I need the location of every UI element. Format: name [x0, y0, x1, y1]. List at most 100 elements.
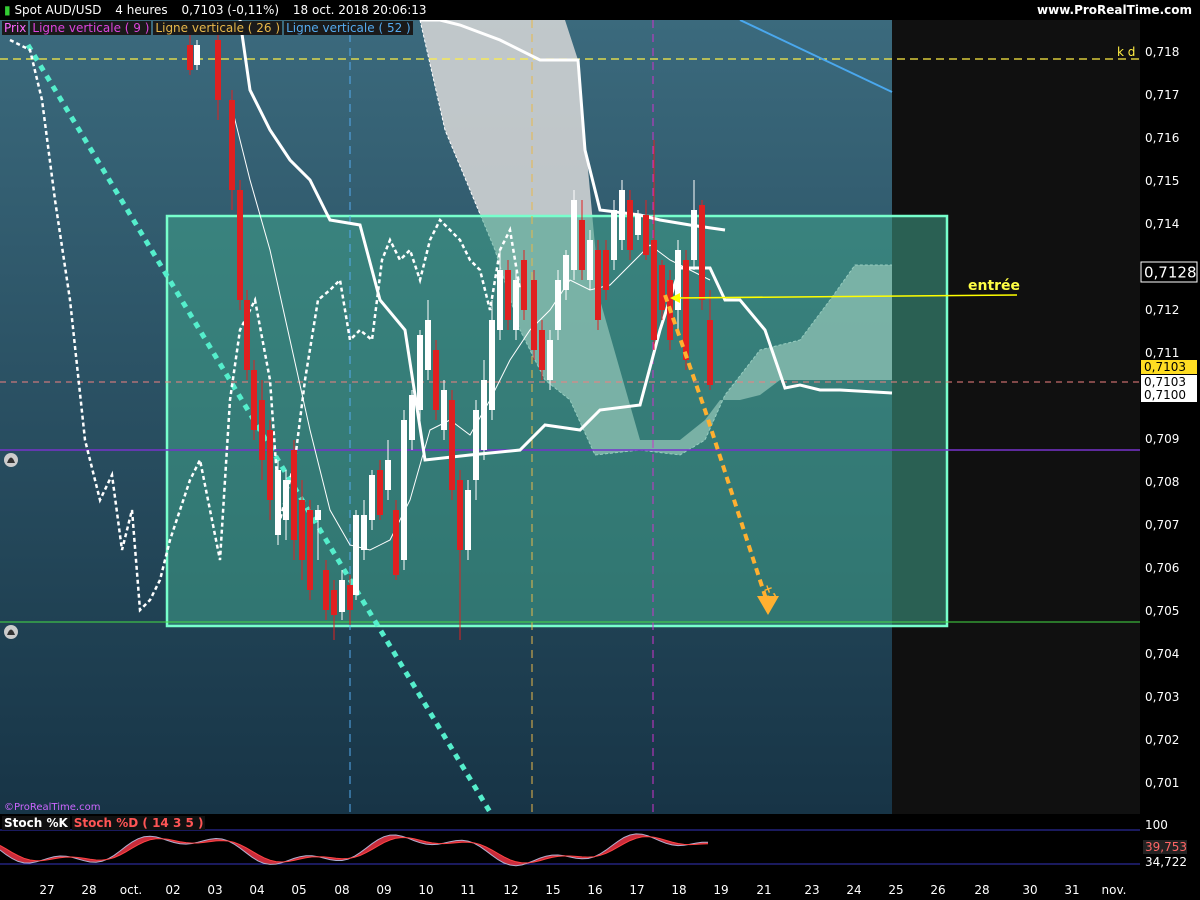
- price-tick: 0,708: [1145, 475, 1179, 489]
- price-tick: 0,701: [1145, 776, 1179, 790]
- timeframe: 4 heures: [115, 3, 168, 17]
- date-tick: 28: [974, 883, 989, 897]
- candle-body: [547, 340, 553, 380]
- candle-body: [433, 350, 439, 410]
- candle-body: [699, 205, 705, 300]
- candle-body: [283, 480, 289, 520]
- candle-body: [513, 280, 519, 330]
- candle-body: [651, 240, 657, 340]
- candle-body: [393, 510, 399, 575]
- candle-body: [555, 280, 561, 330]
- candle-body: [377, 470, 383, 515]
- candle-body: [323, 570, 329, 610]
- candle-body: [267, 430, 273, 500]
- price-badge: 0,7100: [1144, 388, 1186, 402]
- date-tick: 11: [460, 883, 475, 897]
- candle-body: [481, 380, 487, 450]
- price-tick: 0,715: [1145, 174, 1179, 188]
- price-change: 0,7103 (-0,11%): [181, 3, 280, 17]
- candle-body: [194, 45, 200, 65]
- candle-body: [425, 320, 431, 370]
- date-tick: 23: [804, 883, 819, 897]
- stoch-k-legend[interactable]: Stoch %K: [2, 816, 70, 830]
- candle-body: [587, 240, 593, 280]
- candle-body: [449, 400, 455, 490]
- candle-body: [563, 255, 569, 290]
- chart-canvas[interactable]: 0,7180,7170,7160,7150,7140,7130,7120,711…: [0, 0, 1200, 900]
- legend-item-vline-26[interactable]: Ligne verticale ( 26 ): [153, 21, 283, 35]
- legend-item-vline-9[interactable]: Ligne verticale ( 9 ): [30, 21, 152, 35]
- candle-body: [291, 450, 297, 540]
- status-icon: ▮: [4, 3, 11, 17]
- date-tick: 09: [376, 883, 391, 897]
- candle-body: [385, 460, 391, 490]
- site-name: www.ProRealTime.com: [1037, 3, 1192, 17]
- price-tick: 0,717: [1145, 88, 1179, 102]
- date-tick: 04: [249, 883, 264, 897]
- candle-body: [339, 580, 345, 612]
- candle-body: [603, 250, 609, 290]
- alert-bell-icon[interactable]: [4, 453, 18, 467]
- candle-body: [361, 515, 367, 550]
- candle-body: [347, 585, 353, 610]
- stoch-legend: Stoch %K Stoch %D ( 14 3 5 ): [2, 815, 207, 831]
- candle-body: [229, 100, 235, 190]
- price-tick: 0,718: [1145, 45, 1179, 59]
- date-tick: 12: [503, 883, 518, 897]
- candle-body: [244, 300, 250, 370]
- candle-body: [531, 280, 537, 350]
- date-tick: 27: [39, 883, 54, 897]
- legend-item-prix[interactable]: Prix: [2, 21, 29, 35]
- date-tick: 19: [713, 883, 728, 897]
- candle-body: [505, 270, 511, 320]
- legend-item-vline-52[interactable]: Ligne verticale ( 52 ): [284, 21, 413, 35]
- date-tick: 03: [207, 883, 222, 897]
- candle-body: [473, 410, 479, 480]
- date-tick: 30: [1022, 883, 1037, 897]
- candle-body: [353, 515, 359, 595]
- candle-body: [251, 370, 257, 430]
- candle-body: [635, 215, 641, 235]
- date-tick: 31: [1064, 883, 1079, 897]
- date-tick: 21: [756, 883, 771, 897]
- price-tick: 0,716: [1145, 131, 1179, 145]
- candle-body: [579, 220, 585, 270]
- watermark: ©ProRealTime.com: [4, 802, 100, 813]
- candle-body: [299, 500, 305, 560]
- stoch-k-value: 39,753: [1145, 840, 1187, 854]
- candle-body: [497, 270, 503, 330]
- date-tick: 08: [334, 883, 349, 897]
- price-tick: 0,707: [1145, 518, 1179, 532]
- price-tick: 0,705: [1145, 604, 1179, 618]
- candle-body: [619, 190, 625, 240]
- candle-body: [539, 330, 545, 370]
- price-badge: 0,7103: [1144, 375, 1186, 389]
- candle-body: [465, 490, 471, 550]
- price-badge: 0,7103: [1144, 360, 1186, 374]
- alert-bell-icon[interactable]: [4, 625, 18, 639]
- price-badge: 0,7128: [1144, 264, 1197, 282]
- candle-body: [417, 335, 423, 410]
- candle-body: [627, 200, 633, 250]
- candle-body: [691, 210, 697, 260]
- date-tick: 15: [545, 883, 560, 897]
- price-tick: 0,712: [1145, 303, 1179, 317]
- price-tick: 0,714: [1145, 217, 1179, 231]
- stoch-d-legend[interactable]: Stoch %D ( 14 3 5 ): [71, 816, 206, 830]
- candle-body: [659, 265, 665, 310]
- candle-body: [707, 320, 713, 385]
- price-tick: 0,704: [1145, 647, 1179, 661]
- title-bar: ▮ Spot AUD/USD 4 heures 0,7103 (-0,11%) …: [0, 0, 1200, 20]
- stoch-d-value: 34,722: [1145, 855, 1187, 869]
- stoch-axis-100: 100: [1145, 818, 1168, 832]
- date-tick: 25: [888, 883, 903, 897]
- indicator-legend: Prix Ligne verticale ( 9 ) Ligne verticale…: [2, 20, 415, 36]
- candle-body: [595, 250, 601, 320]
- price-tick: 0,703: [1145, 690, 1179, 704]
- candle-body: [307, 510, 313, 590]
- symbol-name: Spot AUD/USD: [14, 3, 102, 17]
- date-tick: 24: [846, 883, 861, 897]
- price-tick: 0,702: [1145, 733, 1179, 747]
- candle-body: [401, 420, 407, 560]
- date-tick: 18: [671, 883, 686, 897]
